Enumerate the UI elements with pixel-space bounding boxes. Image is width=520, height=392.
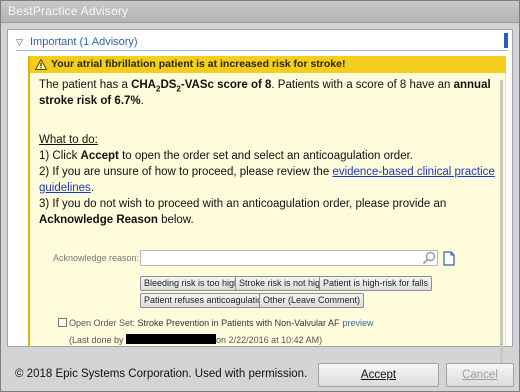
cancel-button[interactable]: Cancel bbox=[446, 363, 514, 387]
reason-bleeding-risk-button[interactable]: Bleeding risk is too high bbox=[140, 276, 244, 291]
comment-document-icon[interactable] bbox=[443, 251, 455, 266]
score-cha: CHA bbox=[131, 79, 156, 91]
score-intro: The patient has a bbox=[39, 79, 132, 91]
bestpractice-advisory-window: BestPractice Advisory - ▽ Important (1 A… bbox=[0, 0, 520, 392]
reason-other-button[interactable]: Other (Leave Comment) bbox=[259, 293, 365, 308]
step-1: 1) Click Accept to open the order set an… bbox=[39, 150, 413, 162]
search-icon[interactable] bbox=[422, 251, 436, 265]
acknowledge-reason-input[interactable] bbox=[140, 250, 438, 266]
step-3: 3) If you do not wish to proceed with an… bbox=[39, 198, 447, 226]
section-label: Important (1 Advisory) bbox=[30, 36, 138, 48]
open-order-set-label: Open Order Set: bbox=[69, 318, 138, 328]
advisory-card: Your atrial fibrillation patient is at i… bbox=[28, 56, 506, 370]
order-set-name: Stroke Prevention in Patients with Non-V… bbox=[137, 318, 340, 328]
score-ds: DS bbox=[160, 79, 177, 91]
card-edge bbox=[500, 80, 503, 370]
section-header[interactable]: ▽ Important (1 Advisory) bbox=[16, 33, 508, 51]
instructions: What to do: 1) Click Accept to open the … bbox=[39, 132, 501, 228]
accept-button[interactable]: Accept bbox=[318, 363, 439, 387]
collapse-chevron-icon[interactable]: ▽ bbox=[16, 37, 23, 48]
copyright-notice: © 2018 Epic Systems Corporation. Used wi… bbox=[15, 368, 308, 380]
score-end: . bbox=[140, 95, 144, 107]
reason-stroke-risk-button[interactable]: Stroke risk is not high bbox=[235, 276, 330, 291]
step-2: 2) If you are unsure of how to proceed, … bbox=[39, 166, 495, 194]
score-vasc: -VASc score of 8 bbox=[180, 79, 272, 91]
what-to-do-heading: What to do: bbox=[39, 134, 98, 146]
open-order-set-row: Open Order Set: Stroke Prevention in Pat… bbox=[58, 318, 374, 328]
advisory-header-text: Your atrial fibrillation patient is at i… bbox=[51, 58, 346, 70]
section-rule-end bbox=[504, 33, 508, 48]
open-order-set-checkbox[interactable] bbox=[58, 318, 67, 327]
reason-patient-refuses-button[interactable]: Patient refuses anticoagulation bbox=[140, 293, 272, 308]
last-done-info: (Last done by on 2/22/2016 at 10:42 AM) bbox=[69, 334, 323, 345]
warning-icon bbox=[35, 59, 47, 70]
acknowledge-reason-label: Acknowledge reason: bbox=[53, 253, 140, 263]
reason-fall-risk-button[interactable]: Patient is high-risk for falls bbox=[319, 276, 433, 291]
advisory-header: Your atrial fibrillation patient is at i… bbox=[30, 56, 506, 73]
redacted-name bbox=[126, 334, 217, 344]
score-mid: . Patients with a score of 8 have an bbox=[271, 79, 454, 91]
title-suffix: - bbox=[111, 3, 115, 17]
stroke-score-paragraph: The patient has a CHA2DS2-VASc score of … bbox=[39, 77, 501, 109]
order-set-preview-link[interactable]: preview bbox=[342, 318, 373, 328]
advisory-content-pane: ▽ Important (1 Advisory) Your atrial fib… bbox=[7, 29, 513, 370]
title-bar[interactable]: BestPractice Advisory - bbox=[1, 1, 519, 23]
